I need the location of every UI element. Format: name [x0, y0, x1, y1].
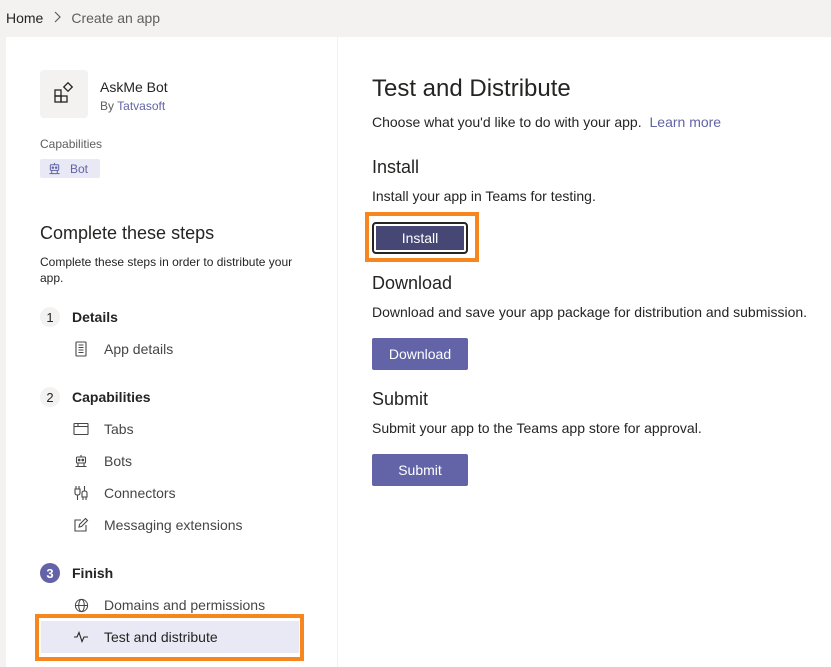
submit-button[interactable]: Submit [372, 454, 468, 486]
step-capabilities: 2 Capabilities [40, 387, 151, 407]
sidebar-item-tabs[interactable]: Tabs [72, 420, 134, 438]
edit-icon [72, 516, 90, 534]
app-grid-icon [40, 70, 88, 118]
app-publisher-link[interactable]: Tatvasoft [117, 99, 165, 113]
step-number: 3 [40, 563, 60, 583]
step-label: Capabilities [72, 389, 151, 405]
download-button[interactable]: Download [372, 338, 468, 370]
step-finish: 3 Finish [40, 563, 113, 583]
learn-more-link[interactable]: Learn more [650, 114, 722, 130]
app-by-prefix: By [100, 99, 115, 113]
sidebar-item-connectors[interactable]: Connectors [72, 484, 176, 502]
sidebar-item-label: Bots [104, 453, 133, 469]
tab-icon [72, 420, 90, 438]
install-description: Install your app in Teams for testing. [372, 188, 596, 204]
submit-title: Submit [372, 389, 429, 409]
pulse-icon [72, 628, 90, 646]
download-description: Download and save your app package for d… [372, 304, 808, 320]
app-name: AskMe Bot [100, 79, 168, 95]
page-description-text: Choose what you'd like to do with your a… [372, 114, 642, 130]
capability-badge-bot: Bot [40, 159, 100, 178]
bot-icon [72, 452, 90, 470]
connector-icon [72, 484, 90, 502]
sidebar-item-label: Messaging extensions [104, 517, 243, 533]
sidebar-item-domains-permissions[interactable]: Domains and permissions [72, 596, 265, 614]
step-label: Details [72, 309, 118, 325]
steps-sidebar: AskMe Bot By Tatvasoft Capabilities Bot … [6, 37, 337, 667]
step-details: 1 Details [40, 307, 118, 327]
step-number: 2 [40, 387, 60, 407]
step-label: Finish [72, 565, 114, 581]
step-number: 1 [40, 307, 60, 327]
sidebar-item-label: Domains and permissions [104, 597, 266, 613]
sidebar-item-app-details[interactable]: App details [72, 340, 173, 358]
page-description: Choose what you'd like to do with your a… [372, 114, 721, 130]
app-card: AskMe Bot By Tatvasoft [40, 70, 168, 118]
document-icon [72, 340, 90, 358]
page-title: Test and Distribute [372, 75, 571, 102]
sidebar-item-label: Test and distribute [104, 629, 218, 645]
sidebar-item-test-distribute[interactable]: Test and distribute [41, 621, 299, 653]
breadcrumb-current: Create an app [71, 10, 161, 26]
breadcrumb: Home Create an app [0, 0, 831, 36]
steps-description: Complete these steps in order to distrib… [40, 255, 293, 285]
download-title: Download [372, 273, 453, 293]
globe-icon [72, 596, 90, 614]
chevron-right-icon [53, 11, 62, 26]
steps-title: Complete these steps [40, 223, 215, 243]
bot-icon [48, 162, 61, 175]
sidebar-item-bots[interactable]: Bots [72, 452, 132, 470]
sidebar-item-label: Connectors [104, 485, 176, 501]
sidebar-item-label: App details [104, 341, 174, 357]
main-content: Test and Distribute Choose what you'd li… [338, 37, 831, 667]
capabilities-label: Capabilities [40, 137, 103, 151]
breadcrumb-home[interactable]: Home [6, 10, 43, 26]
submit-description: Submit your app to the Teams app store f… [372, 420, 702, 436]
sidebar-item-label: Tabs [104, 421, 134, 437]
app-publisher-line: By Tatvasoft [100, 99, 168, 113]
sidebar-item-messaging-extensions[interactable]: Messaging extensions [72, 516, 243, 534]
install-title: Install [372, 157, 420, 177]
install-button[interactable]: Install [372, 222, 468, 254]
capability-badge-label: Bot [70, 161, 89, 176]
